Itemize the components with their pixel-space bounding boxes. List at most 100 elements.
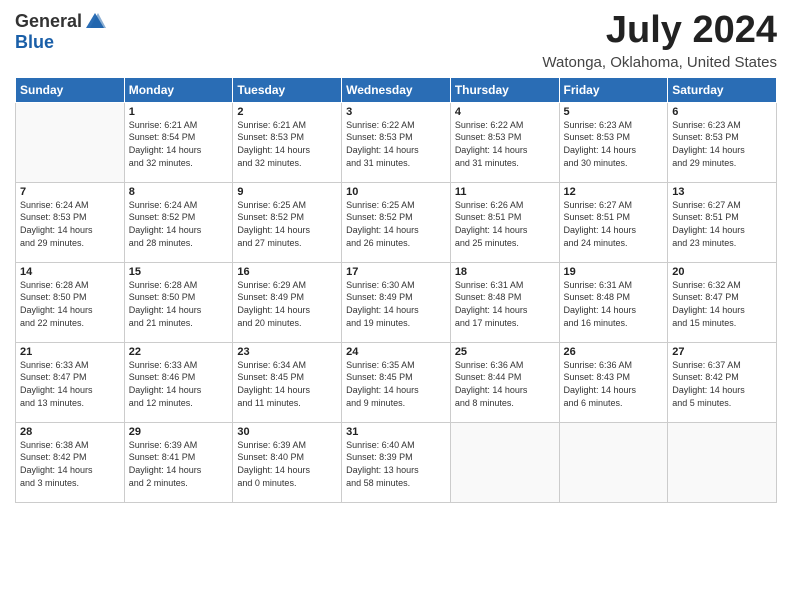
day-number: 1 [129, 106, 229, 118]
calendar-cell: 4Sunrise: 6:22 AMSunset: 8:53 PMDaylight… [450, 102, 559, 182]
day-info: Sunrise: 6:24 AMSunset: 8:53 PMDaylight:… [20, 199, 120, 249]
day-info: Sunrise: 6:38 AMSunset: 8:42 PMDaylight:… [20, 439, 120, 489]
day-info: Sunrise: 6:22 AMSunset: 8:53 PMDaylight:… [455, 119, 555, 169]
day-number: 16 [237, 266, 337, 278]
calendar-cell: 29Sunrise: 6:39 AMSunset: 8:41 PMDayligh… [124, 422, 233, 502]
day-number: 25 [455, 346, 555, 358]
day-number: 7 [20, 186, 120, 198]
day-info: Sunrise: 6:28 AMSunset: 8:50 PMDaylight:… [20, 279, 120, 329]
col-sunday: Sunday [16, 77, 125, 102]
day-number: 12 [564, 186, 664, 198]
calendar-cell: 30Sunrise: 6:39 AMSunset: 8:40 PMDayligh… [233, 422, 342, 502]
calendar-cell: 20Sunrise: 6:32 AMSunset: 8:47 PMDayligh… [668, 262, 777, 342]
day-info: Sunrise: 6:30 AMSunset: 8:49 PMDaylight:… [346, 279, 446, 329]
calendar-cell: 13Sunrise: 6:27 AMSunset: 8:51 PMDayligh… [668, 182, 777, 262]
day-info: Sunrise: 6:21 AMSunset: 8:54 PMDaylight:… [129, 119, 229, 169]
logo-icon [84, 10, 106, 32]
day-number: 14 [20, 266, 120, 278]
page: General Blue July 2024 Watonga, Oklahoma… [0, 0, 792, 612]
calendar-cell: 24Sunrise: 6:35 AMSunset: 8:45 PMDayligh… [342, 342, 451, 422]
day-info: Sunrise: 6:33 AMSunset: 8:47 PMDaylight:… [20, 359, 120, 409]
calendar-week-row: 14Sunrise: 6:28 AMSunset: 8:50 PMDayligh… [16, 262, 777, 342]
day-info: Sunrise: 6:25 AMSunset: 8:52 PMDaylight:… [237, 199, 337, 249]
calendar-cell [450, 422, 559, 502]
day-info: Sunrise: 6:28 AMSunset: 8:50 PMDaylight:… [129, 279, 229, 329]
month-year: July 2024 [542, 10, 777, 52]
day-info: Sunrise: 6:22 AMSunset: 8:53 PMDaylight:… [346, 119, 446, 169]
day-info: Sunrise: 6:31 AMSunset: 8:48 PMDaylight:… [564, 279, 664, 329]
day-info: Sunrise: 6:26 AMSunset: 8:51 PMDaylight:… [455, 199, 555, 249]
calendar-cell: 12Sunrise: 6:27 AMSunset: 8:51 PMDayligh… [559, 182, 668, 262]
day-number: 13 [672, 186, 772, 198]
day-info: Sunrise: 6:27 AMSunset: 8:51 PMDaylight:… [672, 199, 772, 249]
day-info: Sunrise: 6:39 AMSunset: 8:40 PMDaylight:… [237, 439, 337, 489]
day-info: Sunrise: 6:39 AMSunset: 8:41 PMDaylight:… [129, 439, 229, 489]
day-info: Sunrise: 6:23 AMSunset: 8:53 PMDaylight:… [564, 119, 664, 169]
day-number: 10 [346, 186, 446, 198]
day-number: 19 [564, 266, 664, 278]
calendar-cell: 7Sunrise: 6:24 AMSunset: 8:53 PMDaylight… [16, 182, 125, 262]
location: Watonga, Oklahoma, United States [542, 54, 777, 71]
day-number: 17 [346, 266, 446, 278]
calendar-cell: 22Sunrise: 6:33 AMSunset: 8:46 PMDayligh… [124, 342, 233, 422]
calendar-week-row: 1Sunrise: 6:21 AMSunset: 8:54 PMDaylight… [16, 102, 777, 182]
day-number: 20 [672, 266, 772, 278]
day-info: Sunrise: 6:32 AMSunset: 8:47 PMDaylight:… [672, 279, 772, 329]
day-info: Sunrise: 6:31 AMSunset: 8:48 PMDaylight:… [455, 279, 555, 329]
day-info: Sunrise: 6:25 AMSunset: 8:52 PMDaylight:… [346, 199, 446, 249]
calendar-cell: 9Sunrise: 6:25 AMSunset: 8:52 PMDaylight… [233, 182, 342, 262]
calendar-week-row: 28Sunrise: 6:38 AMSunset: 8:42 PMDayligh… [16, 422, 777, 502]
calendar-table: Sunday Monday Tuesday Wednesday Thursday… [15, 77, 777, 503]
calendar-cell: 26Sunrise: 6:36 AMSunset: 8:43 PMDayligh… [559, 342, 668, 422]
calendar-week-row: 21Sunrise: 6:33 AMSunset: 8:47 PMDayligh… [16, 342, 777, 422]
day-info: Sunrise: 6:33 AMSunset: 8:46 PMDaylight:… [129, 359, 229, 409]
day-number: 31 [346, 426, 446, 438]
calendar-cell [668, 422, 777, 502]
day-info: Sunrise: 6:29 AMSunset: 8:49 PMDaylight:… [237, 279, 337, 329]
calendar-cell: 11Sunrise: 6:26 AMSunset: 8:51 PMDayligh… [450, 182, 559, 262]
day-number: 24 [346, 346, 446, 358]
calendar-cell: 3Sunrise: 6:22 AMSunset: 8:53 PMDaylight… [342, 102, 451, 182]
calendar-cell: 19Sunrise: 6:31 AMSunset: 8:48 PMDayligh… [559, 262, 668, 342]
calendar-cell: 18Sunrise: 6:31 AMSunset: 8:48 PMDayligh… [450, 262, 559, 342]
calendar-cell: 23Sunrise: 6:34 AMSunset: 8:45 PMDayligh… [233, 342, 342, 422]
day-number: 3 [346, 106, 446, 118]
day-number: 11 [455, 186, 555, 198]
calendar-cell: 28Sunrise: 6:38 AMSunset: 8:42 PMDayligh… [16, 422, 125, 502]
col-friday: Friday [559, 77, 668, 102]
day-number: 15 [129, 266, 229, 278]
day-info: Sunrise: 6:34 AMSunset: 8:45 PMDaylight:… [237, 359, 337, 409]
day-info: Sunrise: 6:36 AMSunset: 8:43 PMDaylight:… [564, 359, 664, 409]
day-info: Sunrise: 6:27 AMSunset: 8:51 PMDaylight:… [564, 199, 664, 249]
calendar-cell: 27Sunrise: 6:37 AMSunset: 8:42 PMDayligh… [668, 342, 777, 422]
calendar-cell: 6Sunrise: 6:23 AMSunset: 8:53 PMDaylight… [668, 102, 777, 182]
day-number: 5 [564, 106, 664, 118]
day-number: 6 [672, 106, 772, 118]
day-info: Sunrise: 6:35 AMSunset: 8:45 PMDaylight:… [346, 359, 446, 409]
col-thursday: Thursday [450, 77, 559, 102]
col-monday: Monday [124, 77, 233, 102]
day-info: Sunrise: 6:40 AMSunset: 8:39 PMDaylight:… [346, 439, 446, 489]
calendar-cell: 25Sunrise: 6:36 AMSunset: 8:44 PMDayligh… [450, 342, 559, 422]
day-number: 9 [237, 186, 337, 198]
day-info: Sunrise: 6:21 AMSunset: 8:53 PMDaylight:… [237, 119, 337, 169]
calendar-cell: 15Sunrise: 6:28 AMSunset: 8:50 PMDayligh… [124, 262, 233, 342]
day-number: 8 [129, 186, 229, 198]
logo: General Blue [15, 10, 106, 53]
calendar-cell: 8Sunrise: 6:24 AMSunset: 8:52 PMDaylight… [124, 182, 233, 262]
day-info: Sunrise: 6:37 AMSunset: 8:42 PMDaylight:… [672, 359, 772, 409]
day-number: 28 [20, 426, 120, 438]
calendar-cell: 31Sunrise: 6:40 AMSunset: 8:39 PMDayligh… [342, 422, 451, 502]
calendar-cell: 14Sunrise: 6:28 AMSunset: 8:50 PMDayligh… [16, 262, 125, 342]
day-number: 21 [20, 346, 120, 358]
day-number: 27 [672, 346, 772, 358]
logo-blue-text: Blue [15, 32, 54, 53]
calendar-cell: 2Sunrise: 6:21 AMSunset: 8:53 PMDaylight… [233, 102, 342, 182]
day-number: 23 [237, 346, 337, 358]
calendar-cell: 16Sunrise: 6:29 AMSunset: 8:49 PMDayligh… [233, 262, 342, 342]
day-number: 4 [455, 106, 555, 118]
day-number: 30 [237, 426, 337, 438]
calendar-cell: 10Sunrise: 6:25 AMSunset: 8:52 PMDayligh… [342, 182, 451, 262]
calendar-cell: 21Sunrise: 6:33 AMSunset: 8:47 PMDayligh… [16, 342, 125, 422]
calendar-cell: 1Sunrise: 6:21 AMSunset: 8:54 PMDaylight… [124, 102, 233, 182]
